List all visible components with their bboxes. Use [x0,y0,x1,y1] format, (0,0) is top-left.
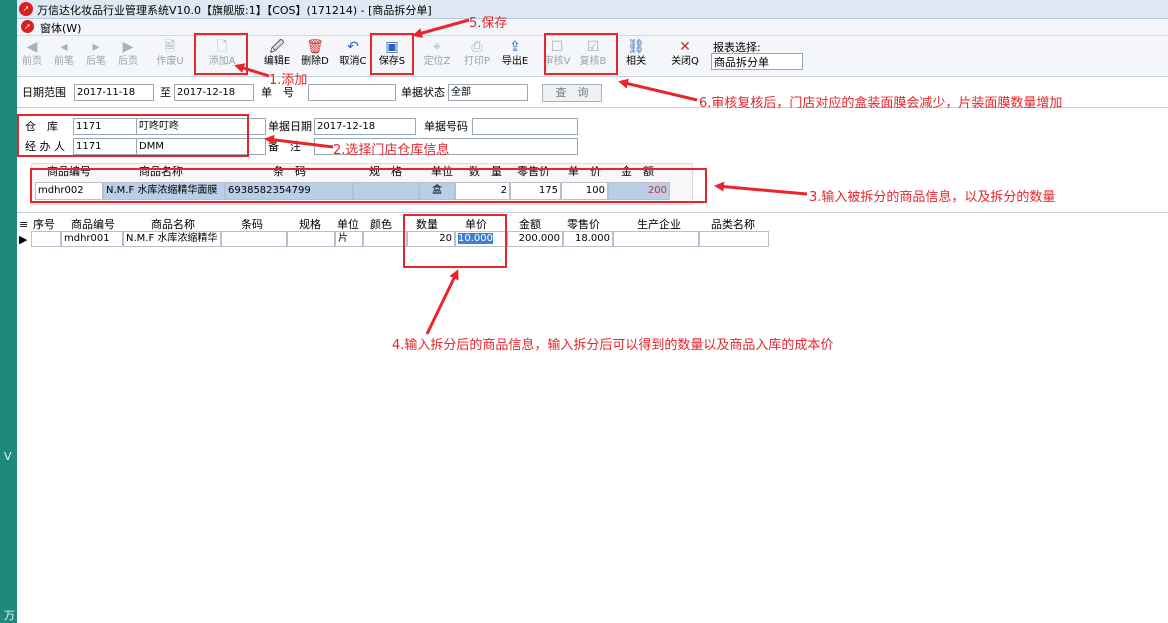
desktop-left-strip: V 万 [0,0,17,623]
doc-date-label: 单据日期 [268,120,312,133]
arrow-step-6 [618,78,698,102]
desktop-glyph-wan: 万 [4,609,15,622]
row-pointer-icon: ▶ [19,233,28,246]
related-button[interactable]: ⛓ 相关 [621,38,651,68]
first-page-icon: ◀ [26,39,38,55]
annotation-step-6: 6.审核复核后，门店对应的盒装面膜会减少，片装面膜数量增加 [699,96,1063,111]
doc-date-input[interactable]: 2017-12-18 [314,118,416,135]
date-from-input[interactable]: 2017-11-18 [74,84,154,101]
close-button[interactable]: ✕ 关闭Q [669,38,701,68]
window-title: 万信达化妆品行业管理系统V10.0【旗舰版:1】【COS】(171214) - … [37,4,432,17]
detail-header-amount: 金额 [519,218,541,231]
query-button[interactable]: 查 询 [542,84,602,102]
detail-header-code: 商品编号 [71,218,115,231]
doc-no-label: 单 号 [261,86,294,99]
title-bar: ➚ 万信达化妆品行业管理系统V10.0【旗舰版:1】【COS】(171214) … [17,0,1168,19]
detail-cell-spec[interactable] [287,231,335,247]
detail-header-maker: 生产企业 [637,218,681,231]
detail-header-retail: 零售价 [567,218,600,231]
annotation-step-5: 5.保存 [469,16,508,31]
detail-cell-unit[interactable]: 片 [335,231,363,247]
detail-cell-seq[interactable] [31,231,61,247]
edit-icon: 🖉 [269,39,285,55]
detail-menu-icon[interactable]: ≡ [19,218,28,231]
report-select[interactable]: 商品拆分单 [711,53,803,70]
detail-cell-barcode[interactable] [221,231,287,247]
detail-cell-amount[interactable]: 200.000 [507,231,563,247]
detail-cell-maker[interactable] [613,231,699,247]
next-button[interactable]: ▸ 后笔 [83,38,109,68]
detail-header-spec: 规格 [299,218,321,231]
status-select[interactable]: 全部 [448,84,528,101]
desktop-glyph-v: V [4,450,12,463]
detail-header-unit: 单位 [337,218,359,231]
doc-code-input[interactable] [472,118,578,135]
next-icon: ▸ [92,39,100,55]
app-logo-icon: ➚ [19,2,33,16]
export-icon: ⇪ [509,39,521,55]
detail-header-name: 商品名称 [151,218,195,231]
edit-button[interactable]: 🖉 编辑E [261,38,293,68]
void-icon: 🗎 [164,39,176,55]
annotation-box-add [194,33,248,75]
arrow-step-4 [425,269,459,335]
detail-cell-name[interactable]: N.M.F 水库浓缩精华 [123,231,221,247]
locate-button[interactable]: ⌖ 定位Z [421,38,453,68]
prev-icon: ◂ [60,39,68,55]
doc-code-label: 单据号码 [424,120,468,133]
void-button[interactable]: 🗎 作废U [153,38,187,68]
menu-window[interactable]: 窗体(W) [40,20,81,36]
annotation-box-approve [544,33,618,75]
detail-cell-color[interactable] [363,231,407,247]
link-icon: ⛓ [627,39,645,55]
app-logo-icon: ➚ [21,20,34,33]
doc-no-input[interactable] [308,84,396,101]
date-range-label: 日期范围 [22,86,66,99]
annotation-step-4: 4.输入拆分后的商品信息，输入拆分后可以得到的数量以及商品入库的成本价 [392,338,834,353]
detail-header-barcode: 条码 [241,218,263,231]
date-to-input[interactable]: 2017-12-18 [174,84,254,101]
annotation-box-warehouse [17,114,249,157]
cancel-button[interactable]: ↶ 取消C [337,38,369,68]
print-icon: ⎙ [471,39,483,55]
detail-header-category: 品类名称 [711,218,755,231]
undo-icon: ↶ [347,39,359,55]
annotation-box-detail-item [403,214,507,268]
close-icon: ✕ [679,39,691,55]
status-label: 单据状态 [401,86,445,99]
first-page-button[interactable]: ◀ 前页 [19,38,45,68]
annotation-step-1: 1.添加 [269,73,308,88]
locate-icon: ⌖ [433,39,441,55]
last-page-icon: ▶ [122,39,134,55]
annotation-box-source-item [30,168,707,203]
detail-header-seq: 序号 [33,218,55,231]
last-page-button[interactable]: ▶ 后页 [115,38,141,68]
detail-header-color: 颜色 [370,218,392,231]
annotation-step-3: 3.输入被拆分的商品信息，以及拆分的数量 [809,190,1056,205]
print-button[interactable]: ⎙ 打印P [461,38,493,68]
detail-grid-top-border [17,212,1168,213]
remark-label: 备 注 [268,140,301,153]
detail-cell-category[interactable] [699,231,769,247]
delete-icon: 🗑 [306,39,324,55]
detail-cell-retail[interactable]: 18.000 [563,231,613,247]
export-button[interactable]: ⇪ 导出E [499,38,531,68]
annotation-box-save [370,33,414,75]
to-label: 至 [160,86,171,99]
app-window: ➚ 万信达化妆品行业管理系统V10.0【旗舰版:1】【COS】(171214) … [17,0,1168,623]
detail-cell-code[interactable]: mdhr001 [61,231,123,247]
delete-button[interactable]: 🗑 删除D [299,38,331,68]
annotation-step-2: 2.选择门店仓库信息 [333,143,450,158]
prev-button[interactable]: ◂ 前笔 [51,38,77,68]
arrow-step-3 [714,181,808,196]
